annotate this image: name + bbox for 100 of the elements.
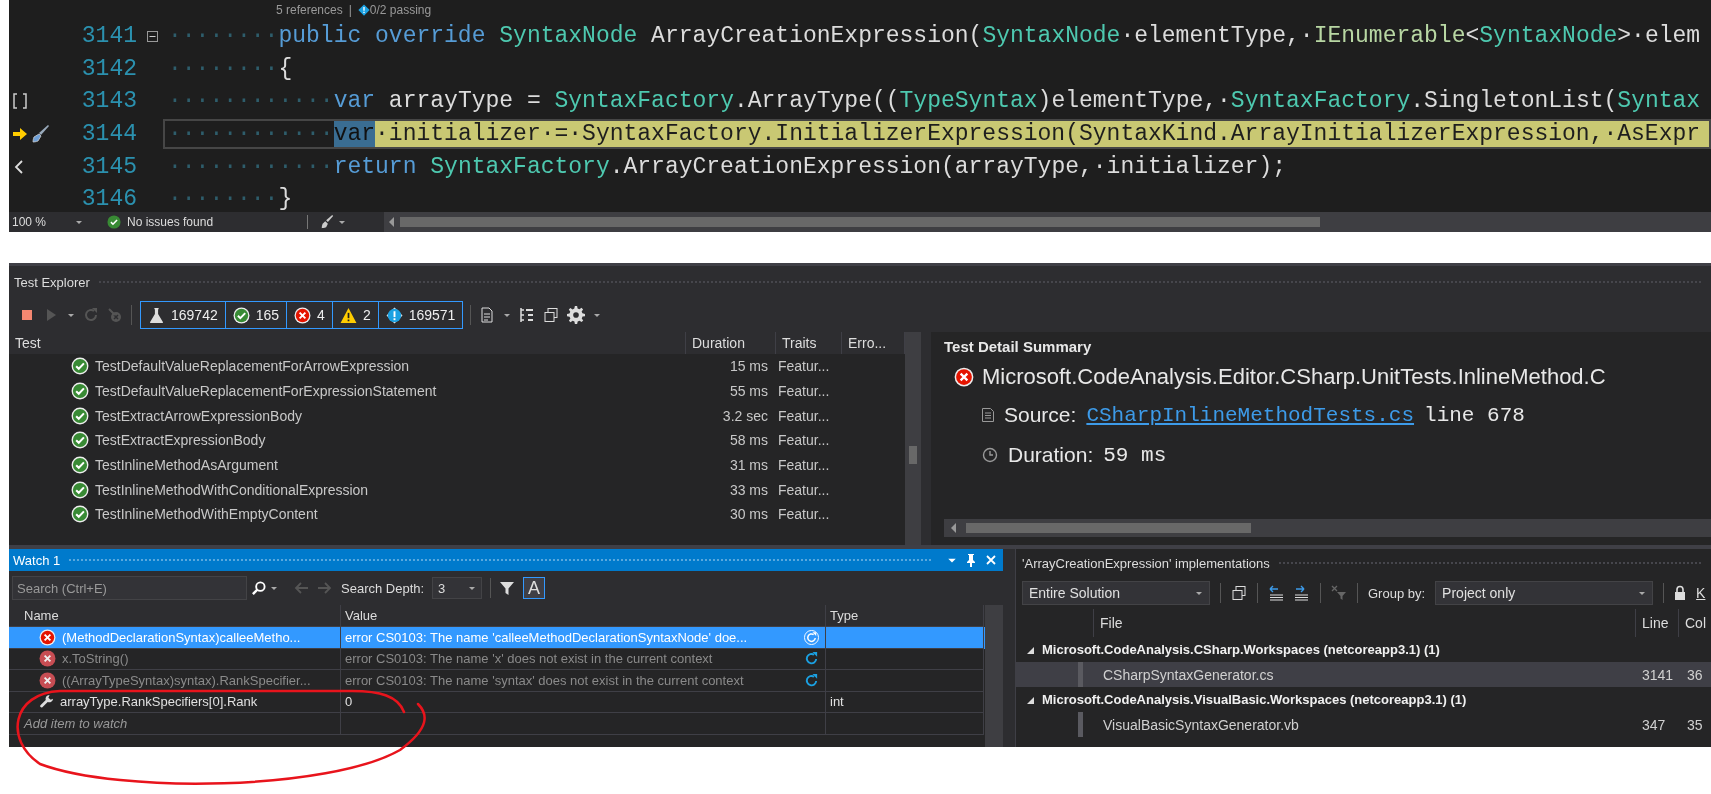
watch-type: int <box>830 694 844 710</box>
watch-value: error CS0103: The name 'syntax' does not exist in the current context <box>345 672 744 688</box>
counter-filter-button[interactable]: 169742 <box>140 301 226 329</box>
scroll-left-icon[interactable] <box>388 217 396 227</box>
test-traits: Featur... <box>777 506 831 523</box>
test-name[interactable]: TestDefaultValueReplacementForArrowExpression <box>95 358 410 375</box>
source-line: line 678 <box>1424 403 1525 427</box>
current-statement-arrow-icon <box>13 128 27 141</box>
test-status-icon <box>357 4 370 16</box>
playlist-icon[interactable] <box>479 307 496 323</box>
group-by-dropdown[interactable]: Project only <box>1435 581 1654 605</box>
copy-icon[interactable] <box>1231 585 1247 601</box>
watch-row[interactable]: x.ToString() error CS0103: The name 'x' does not exist in the current context <box>9 648 985 670</box>
column-header[interactable]: Duration <box>686 332 776 354</box>
caret-icon <box>67 311 75 319</box>
line-number: 3144 <box>80 121 137 148</box>
depth-dropdown[interactable]: 3 <box>432 577 483 599</box>
vertical-scrollbar[interactable] <box>985 605 1003 747</box>
scope-dropdown[interactable]: Entire Solution <box>1022 581 1210 605</box>
watch-name: x.ToString() <box>62 651 129 667</box>
codelens-references[interactable]: 5 references <box>276 3 343 17</box>
line-number: 3142 <box>80 55 137 82</box>
counter-filter-button[interactable]: 165 <box>224 301 288 329</box>
brush-icon <box>31 124 51 145</box>
test-duration: 3.2 sec <box>721 407 769 424</box>
issues-status: No issues found <box>127 215 214 229</box>
next-location-icon[interactable] <box>1294 585 1310 601</box>
test-name[interactable]: TestExtractArrowExpressionBody <box>95 407 302 424</box>
result-row[interactable]: VisualBasicSyntaxGenerator.vb 347 35 <box>1016 712 1711 737</box>
codelens-separator: | <box>348 3 352 17</box>
test-name[interactable]: TestDefaultValueReplacementForExpressionStatement <box>95 383 437 400</box>
counter-filter-button[interactable]: 169571 <box>377 301 464 329</box>
result-line: 3141 <box>1641 666 1675 683</box>
group-row[interactable]: Microsoft.CodeAnalysis.VisualBasic.Workspaces (netcoreapp3.1) (1) <box>1016 687 1711 712</box>
group-row[interactable]: Microsoft.CodeAnalysis.CSharp.Workspaces (netcoreapp3.1) (1) <box>1016 637 1711 662</box>
test-name[interactable]: TestInlineMethodWithConditionalExpression <box>95 481 369 498</box>
lock-icon[interactable] <box>1674 585 1687 601</box>
scrollbar-thumb[interactable] <box>966 523 1251 533</box>
codelens-tests[interactable]: 0/2 passing <box>357 3 432 17</box>
previous-location-icon[interactable] <box>1268 585 1284 601</box>
column-header[interactable]: Col <box>1679 615 1706 631</box>
search-field[interactable]: Search (Ctrl+E) <box>12 576 247 600</box>
filter-icon[interactable] <box>499 580 516 596</box>
caret-icon <box>1638 589 1647 597</box>
stop-icon[interactable] <box>19 307 35 323</box>
detail-heading: Test Detail Summary <box>944 336 1093 357</box>
duration-value: 59 ms <box>1103 443 1167 467</box>
test-name[interactable]: TestExtractExpressionBody <box>95 432 266 449</box>
toolbar-link[interactable]: K <box>1696 585 1706 601</box>
test-traits: Featur... <box>777 457 831 474</box>
file-icon <box>982 408 994 422</box>
counter-filter-button[interactable]: 4 <box>286 301 333 329</box>
scroll-left-icon[interactable] <box>950 523 958 533</box>
caret-icon <box>1195 589 1203 597</box>
bracket-icon <box>13 93 27 110</box>
refresh-icon[interactable] <box>804 629 819 645</box>
hierarchy-icon[interactable] <box>519 307 536 323</box>
test-traits: Featur... <box>777 383 831 400</box>
zoom-dropdown[interactable]: 100 % <box>9 215 89 229</box>
watch-row[interactable]: ((ArrayTypeSyntax)syntax).RankSpecifier... error CS0103: The name 'syntax' does not exist in the current context <box>9 670 985 692</box>
source-file-link[interactable]: CSharpInlineMethodTests.cs <box>1086 403 1415 427</box>
panel-title: 'ArrayCreationExpression' implementations <box>1022 555 1270 571</box>
code-line: ········} <box>168 185 294 212</box>
column-header[interactable]: Line <box>1636 609 1679 637</box>
vertical-scrollbar[interactable] <box>905 332 921 545</box>
column-header[interactable]: Test <box>9 332 686 354</box>
clock-icon <box>982 447 998 463</box>
code-line: ············return SyntaxFactory.ArrayCreationExpression(arrayType,·initializer); <box>168 152 1287 182</box>
panel-title: Watch 1 <box>13 552 61 568</box>
close-icon[interactable] <box>985 554 997 566</box>
column-header[interactable]: File <box>1094 609 1636 637</box>
match-case-toggle[interactable]: A <box>523 577 546 599</box>
refresh-icon[interactable] <box>804 651 819 667</box>
caret-icon <box>593 311 602 319</box>
scrollbar-thumb[interactable] <box>400 217 1320 227</box>
column-header[interactable]: Traits <box>776 332 842 354</box>
search-icon <box>251 580 266 596</box>
watch-row[interactable]: arrayType.RankSpecifiers[0].Rank 0 int <box>9 691 985 713</box>
result-col: 36 <box>1686 666 1703 683</box>
result-row[interactable]: CSharpSyntaxGenerator.cs 3141 36 <box>1016 662 1711 687</box>
test-full-name: Microsoft.CodeAnalysis.Editor.CSharp.UnitTests.InlineMethod.C <box>982 364 1606 390</box>
line-number: 3141 <box>80 23 137 50</box>
settings-icon[interactable] <box>567 306 586 324</box>
test-duration: 58 ms <box>728 432 769 449</box>
copy-icon[interactable] <box>543 307 560 323</box>
add-item-placeholder[interactable]: Add item to watch <box>24 715 128 731</box>
collapse-icon[interactable] <box>147 30 158 42</box>
brush-icon[interactable] <box>320 215 334 229</box>
test-traits: Featur... <box>777 481 831 498</box>
test-name[interactable]: TestInlineMethodWithEmptyContent <box>95 506 318 523</box>
refresh-icon[interactable] <box>804 672 819 688</box>
result-file: VisualBasicSyntaxGenerator.vb <box>1102 716 1300 733</box>
code-line: ········public override SyntaxNode ArrayCreationExpression(SyntaxNode·elementType,·IEnumerable<SyntaxNode>·elem <box>168 22 1702 52</box>
pin-icon[interactable] <box>965 553 977 567</box>
code-line: ········{ <box>168 54 294 84</box>
test-name[interactable]: TestInlineMethodAsArgument <box>95 457 278 474</box>
clear-filter-icon[interactable] <box>1331 585 1347 601</box>
counter-filter-button[interactable]: 2 <box>331 301 379 329</box>
chevron-icon <box>13 158 25 175</box>
test-duration: 55 ms <box>728 383 769 400</box>
